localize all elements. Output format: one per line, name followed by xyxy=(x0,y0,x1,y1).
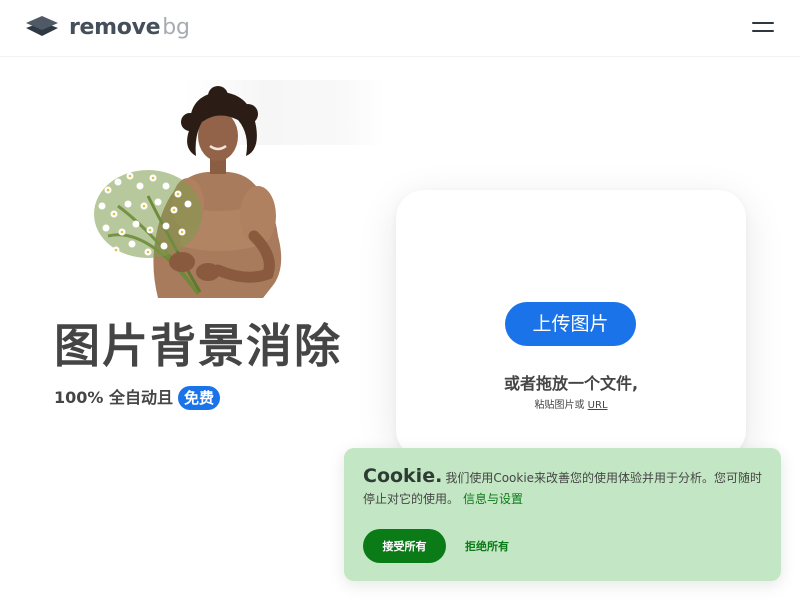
url-link[interactable]: URL xyxy=(588,400,608,411)
cookie-banner: Cookie. 我们使用Cookie来改善您的使用体验并用于分析。您可随时停止对它… xyxy=(344,448,781,581)
logo-wordmark: removebg xyxy=(69,14,190,42)
cookie-message: Cookie. 我们使用Cookie来改善您的使用体验并用于分析。您可随时停止对它… xyxy=(363,466,763,510)
cookie-title: Cookie. xyxy=(363,465,443,487)
site-logo[interactable]: removebg xyxy=(24,14,190,42)
drop-file-text: 或者拖放一个文件, xyxy=(503,374,639,393)
page-title: 图片背景消除 xyxy=(54,319,342,373)
hero-subtitle: 100% 全自动且 免费 xyxy=(54,386,221,410)
removebg-logo-icon xyxy=(26,16,58,36)
accept-all-button[interactable]: 接受所有 xyxy=(363,529,446,563)
upload-card[interactable]: 上传图片 或者拖放一个文件, 粘贴图片或 URL xyxy=(396,190,746,458)
logo-word-bg: bg xyxy=(162,15,190,40)
hamburger-menu-icon[interactable] xyxy=(750,18,778,38)
logo-word-remove: remove xyxy=(69,15,161,40)
paste-hint-text: 粘贴图片或 xyxy=(534,400,585,411)
reject-all-button[interactable]: 拒绝所有 xyxy=(456,529,518,563)
cookie-settings-link[interactable]: 信息与设置 xyxy=(463,492,523,506)
paste-hint: 粘贴图片或 URL xyxy=(396,396,746,411)
subtitle-text: 100% 全自动且 xyxy=(54,388,174,407)
free-badge: 免费 xyxy=(178,386,221,410)
upload-image-button[interactable]: 上传图片 xyxy=(505,302,636,346)
woman-holding-flowers-photo xyxy=(94,86,282,298)
site-header: removebg xyxy=(0,0,800,57)
